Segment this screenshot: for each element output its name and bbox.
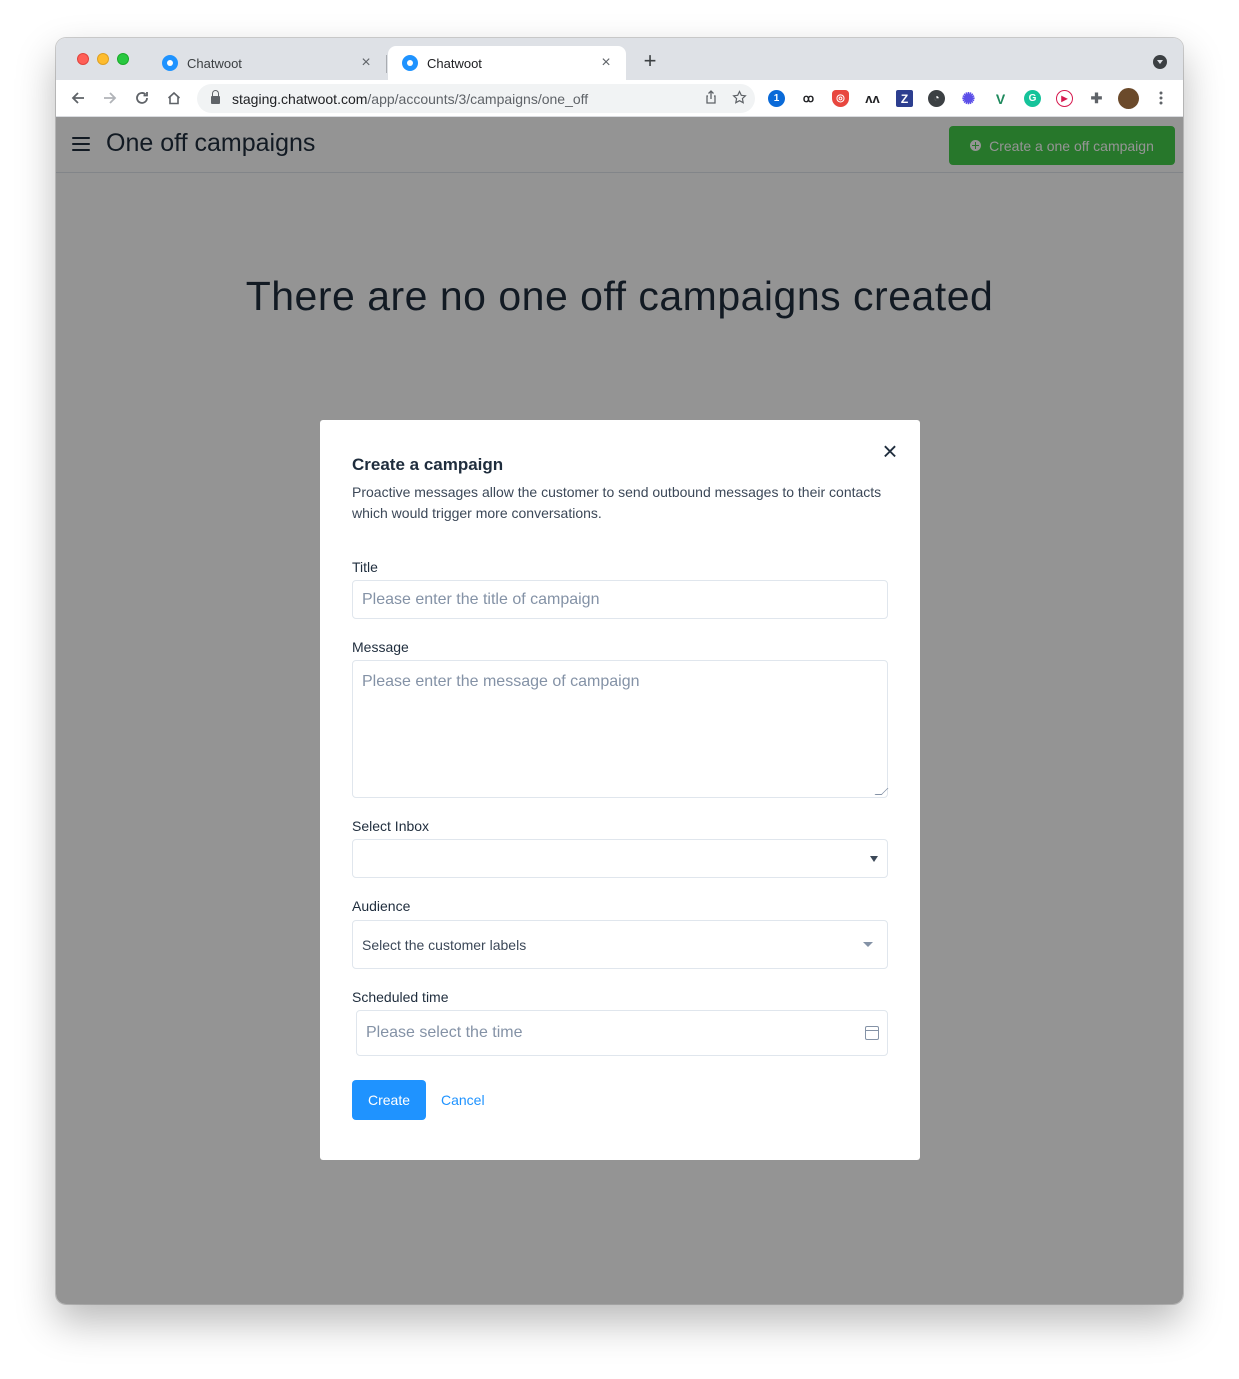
message-textarea[interactable]: Please enter the message of campaign — [352, 660, 889, 798]
close-icon[interactable]: × — [880, 438, 900, 464]
title-label: Title — [352, 559, 378, 575]
message-label: Message — [352, 639, 409, 655]
browser-window: Chatwoot × Chatwoot × + staging.chatwoot… — [56, 38, 1183, 1304]
browser-toolbar: staging.chatwoot.com/app/accounts/3/camp… — [56, 80, 1183, 117]
1password-icon[interactable]: 1 — [768, 90, 785, 107]
forward-arrow-icon[interactable] — [100, 88, 120, 108]
browser-tab-1[interactable]: Chatwoot × — [148, 46, 386, 80]
tab-search-icon[interactable] — [1153, 55, 1167, 69]
bookmark-star-icon[interactable] — [732, 90, 747, 105]
url-path: /app/accounts/3/campaigns/one_off — [367, 90, 589, 107]
address-bar[interactable]: staging.chatwoot.com/app/accounts/3/camp… — [197, 84, 755, 113]
audience-placeholder: Select the customer labels — [362, 936, 527, 953]
back-arrow-icon[interactable] — [68, 88, 88, 108]
gear-icon[interactable]: ✺ — [960, 90, 977, 108]
url-host: staging.chatwoot.com — [232, 90, 368, 107]
close-window-button[interactable] — [77, 53, 89, 65]
minimize-window-button[interactable] — [97, 53, 109, 65]
play-icon[interactable]: ▶ — [1056, 90, 1073, 107]
tab-close-icon[interactable]: × — [598, 54, 614, 72]
scheduled-time-picker[interactable]: Please select the time — [356, 1010, 888, 1056]
resize-handle-icon[interactable] — [874, 788, 889, 795]
tab-title: Chatwoot — [187, 55, 242, 71]
browser-tab-2[interactable]: Chatwoot × — [388, 46, 626, 80]
glasses-icon[interactable]: ꝏ — [800, 90, 817, 107]
inbox-label: Select Inbox — [352, 818, 430, 834]
time-placeholder: Please select the time — [366, 1024, 523, 1041]
vue-icon[interactable]: V — [992, 90, 1009, 107]
lock-icon — [211, 90, 220, 104]
create-button[interactable]: Create — [352, 1080, 426, 1120]
scheduled-time-label: Scheduled time — [352, 989, 449, 1005]
new-tab-icon[interactable]: + — [640, 50, 660, 72]
tab-title: Chatwoot — [427, 55, 482, 71]
clock-icon[interactable]: ◔ — [928, 90, 945, 107]
wave-icon[interactable]: ʌʌ — [864, 90, 881, 107]
inbox-select[interactable] — [352, 839, 888, 878]
share-icon[interactable] — [704, 90, 718, 104]
modal-overlay[interactable]: × Create a campaign Proactive messages a… — [56, 117, 1183, 1304]
chevron-down-icon — [870, 856, 878, 862]
audience-label: Audience — [352, 898, 411, 914]
message-placeholder: Please enter the message of campaign — [362, 673, 640, 690]
kebab-menu-icon[interactable] — [1151, 88, 1171, 108]
create-campaign-modal: × Create a campaign Proactive messages a… — [320, 420, 920, 1160]
shield-icon[interactable]: ◎ — [832, 90, 849, 107]
grammarly-icon[interactable]: G — [1024, 90, 1041, 107]
home-icon[interactable] — [164, 88, 184, 108]
modal-title: Create a campaign — [352, 455, 504, 474]
calendar-icon[interactable] — [865, 1026, 879, 1040]
chatwoot-favicon-icon — [162, 55, 178, 71]
title-input[interactable]: Please enter the title of campaign — [352, 580, 888, 619]
chatwoot-favicon-icon — [402, 55, 418, 71]
chevron-down-icon — [863, 942, 873, 947]
puzzle-icon[interactable]: ✚ — [1088, 90, 1105, 107]
tab-close-icon[interactable]: × — [358, 54, 374, 72]
cancel-button[interactable]: Cancel — [441, 1092, 485, 1108]
audience-multiselect[interactable]: Select the customer labels — [352, 920, 888, 969]
maximize-window-button[interactable] — [117, 53, 129, 65]
modal-description: Proactive messages allow the customer to… — [352, 484, 882, 521]
z-icon[interactable]: Z — [896, 90, 913, 107]
tab-divider — [386, 55, 387, 73]
avatar[interactable] — [1118, 88, 1139, 109]
tab-strip: Chatwoot × Chatwoot × + — [56, 38, 1183, 80]
reload-icon[interactable] — [132, 88, 152, 108]
